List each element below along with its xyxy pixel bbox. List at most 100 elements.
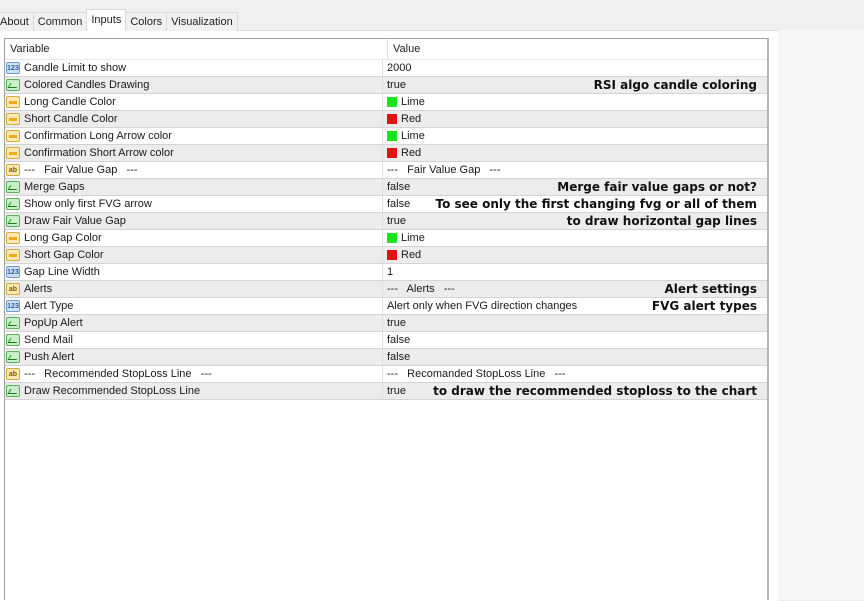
table-row[interactable]: PopUp Alert true	[5, 315, 767, 332]
table-row[interactable]: ab --- Fair Value Gap --- --- Fair Value G…	[5, 162, 767, 179]
variable-cell: Send Mail	[5, 332, 383, 348]
boolean-icon	[6, 181, 20, 193]
value-cell[interactable]: --- Alerts --- Alert settings	[383, 281, 767, 297]
value-cell[interactable]: true to draw the recommended stoploss to …	[383, 383, 767, 399]
value-text: Lime	[401, 130, 425, 142]
column-header-variable[interactable]: Variable	[5, 39, 388, 59]
value-text: Lime	[401, 96, 425, 108]
table-row[interactable]: Send Mail false	[5, 332, 767, 349]
annotation-note: Alert settings	[664, 282, 757, 296]
color-icon	[6, 130, 20, 142]
column-header-value[interactable]: Value	[388, 39, 420, 59]
value-cell[interactable]: Red	[383, 247, 767, 263]
variable-name: Draw Fair Value Gap	[24, 215, 126, 227]
table-row[interactable]: Draw Recommended StopLoss Line true to dra…	[5, 383, 767, 400]
variable-name: Alert Type	[24, 300, 74, 312]
tab-visualization[interactable]: Visualization	[166, 12, 238, 31]
number-icon: 123	[6, 266, 20, 278]
table-row[interactable]: Short Candle Color Red	[5, 111, 767, 128]
variable-name: Show only first FVG arrow	[24, 198, 152, 210]
table-row[interactable]: Push Alert false	[5, 349, 767, 366]
value-cell[interactable]: false Merge fair value gaps or not?	[383, 179, 767, 195]
value-cell[interactable]: Lime	[383, 94, 767, 110]
color-swatch	[387, 97, 397, 107]
variable-cell: Long Gap Color	[5, 230, 383, 246]
variable-cell: ab --- Recommended StopLoss Line ---	[5, 366, 383, 382]
tab-about[interactable]: About	[0, 12, 34, 31]
variable-cell: 123 Alert Type	[5, 298, 383, 314]
table-row[interactable]: Merge Gaps false Merge fair value gaps or …	[5, 179, 767, 196]
string-icon: ab	[6, 164, 20, 176]
value-text: true	[387, 215, 406, 227]
color-swatch	[387, 114, 397, 124]
variable-cell: ab --- Fair Value Gap ---	[5, 162, 383, 178]
table-row[interactable]: Colored Candles Drawing true RSI algo cand…	[5, 77, 767, 94]
value-cell[interactable]: Red	[383, 111, 767, 127]
variable-cell: Long Candle Color	[5, 94, 383, 110]
table-row[interactable]: Long Candle Color Lime	[5, 94, 767, 111]
variable-cell: Merge Gaps	[5, 179, 383, 195]
annotation-note: to draw horizontal gap lines	[566, 214, 757, 228]
table-row[interactable]: Confirmation Long Arrow color Lime	[5, 128, 767, 145]
value-cell[interactable]: Lime	[383, 128, 767, 144]
color-icon	[6, 113, 20, 125]
variable-name: Merge Gaps	[24, 181, 85, 193]
table-row[interactable]: Short Gap Color Red	[5, 247, 767, 264]
value-cell[interactable]: --- Fair Value Gap ---	[383, 162, 767, 178]
value-cell[interactable]: Lime	[383, 230, 767, 246]
color-icon	[6, 249, 20, 261]
tab-bar: About Common Inputs Colors Visualization	[0, 9, 238, 31]
value-text: --- Fair Value Gap ---	[387, 164, 501, 176]
value-cell[interactable]: false	[383, 349, 767, 365]
value-cell[interactable]: true to draw horizontal gap lines	[383, 213, 767, 229]
color-swatch	[387, 131, 397, 141]
variable-name: Candle Limit to show	[24, 62, 127, 74]
table-row[interactable]: 123 Gap Line Width 1	[5, 264, 767, 281]
tab-inputs[interactable]: Inputs	[86, 9, 127, 31]
variable-name: Long Gap Color	[24, 232, 102, 244]
variable-cell: Show only first FVG arrow	[5, 196, 383, 212]
variable-name: Confirmation Short Arrow color	[24, 147, 174, 159]
value-text: false	[387, 351, 411, 363]
value-text: false	[387, 198, 411, 210]
table-row[interactable]: 123 Candle Limit to show 2000	[5, 60, 767, 77]
value-cell[interactable]: false	[383, 332, 767, 348]
value-text: true	[387, 79, 406, 91]
color-icon	[6, 232, 20, 244]
table-row[interactable]: Long Gap Color Lime	[5, 230, 767, 247]
value-text: Red	[401, 249, 422, 261]
table-row[interactable]: Confirmation Short Arrow color Red	[5, 145, 767, 162]
color-icon	[6, 96, 20, 108]
variable-cell: Confirmation Long Arrow color	[5, 128, 383, 144]
value-cell[interactable]: 2000	[383, 60, 767, 76]
table-row[interactable]: Draw Fair Value Gap true to draw horizonta…	[5, 213, 767, 230]
value-cell[interactable]: 1	[383, 264, 767, 280]
annotation-note: FVG alert types	[651, 299, 757, 313]
table-row[interactable]: ab --- Recommended StopLoss Line --- --- R…	[5, 366, 767, 383]
value-cell[interactable]: Red	[383, 145, 767, 161]
value-cell[interactable]: true	[383, 315, 767, 331]
tab-common[interactable]: Common	[32, 12, 88, 31]
value-text: 2000	[387, 62, 412, 74]
table-row[interactable]: Show only first FVG arrow false To see onl…	[5, 196, 767, 213]
boolean-icon	[6, 351, 20, 363]
table-row[interactable]: ab Alerts --- Alerts --- Alert settings	[5, 281, 767, 298]
variable-name: Alerts	[24, 283, 53, 295]
variable-cell: Push Alert	[5, 349, 383, 365]
value-text: Red	[401, 147, 422, 159]
value-cell[interactable]: false To see only the first changing fvg …	[383, 196, 767, 212]
string-icon: ab	[6, 283, 20, 295]
value-cell[interactable]: --- Recomanded StopLoss Line ---	[383, 366, 767, 382]
value-cell[interactable]: true RSI algo candle coloring	[383, 77, 767, 93]
table-row[interactable]: 123 Alert Type Alert only when FVG directi…	[5, 298, 767, 315]
variable-name: Long Candle Color	[24, 96, 116, 108]
value-text: --- Alerts ---	[387, 283, 455, 295]
value-text: Lime	[401, 232, 425, 244]
value-cell[interactable]: Alert only when FVG direction changes FVG…	[383, 298, 767, 314]
value-text: Alert only when FVG direction changes	[387, 300, 578, 312]
color-swatch	[387, 250, 397, 260]
tab-colors[interactable]: Colors	[125, 12, 168, 31]
table-header: Variable Value	[5, 39, 767, 60]
inputs-table: Variable Value 123 Candle Limit to show 20…	[4, 38, 769, 600]
variable-cell: Draw Fair Value Gap	[5, 213, 383, 229]
